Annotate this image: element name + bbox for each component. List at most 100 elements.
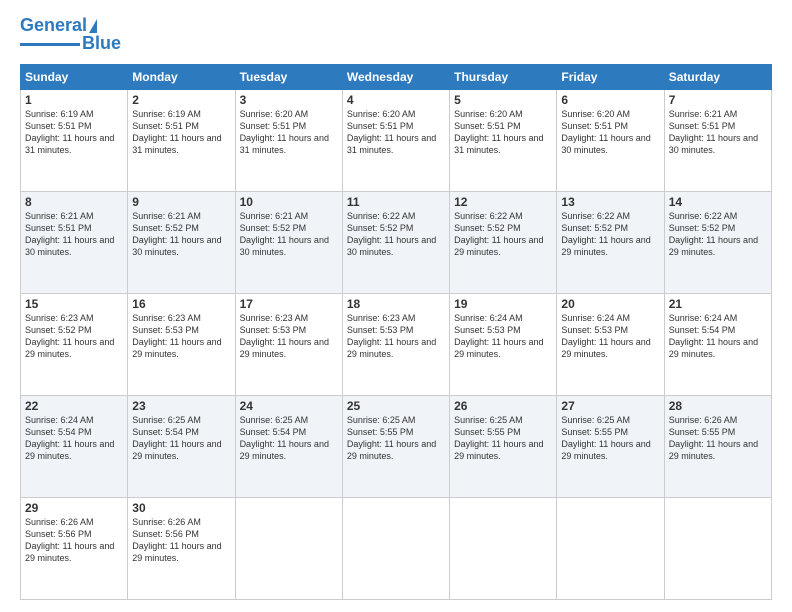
day-info: Sunrise: 6:24 AM Sunset: 5:53 PM Dayligh… <box>561 312 659 361</box>
day-number: 19 <box>454 297 552 311</box>
day-info: Sunrise: 6:20 AM Sunset: 5:51 PM Dayligh… <box>454 108 552 157</box>
day-cell: 26 Sunrise: 6:25 AM Sunset: 5:55 PM Dayl… <box>450 395 557 497</box>
day-info: Sunrise: 6:23 AM Sunset: 5:53 PM Dayligh… <box>132 312 230 361</box>
day-cell: 25 Sunrise: 6:25 AM Sunset: 5:55 PM Dayl… <box>342 395 449 497</box>
day-info: Sunrise: 6:21 AM Sunset: 5:51 PM Dayligh… <box>25 210 123 259</box>
day-cell: 15 Sunrise: 6:23 AM Sunset: 5:52 PM Dayl… <box>21 293 128 395</box>
day-cell: 5 Sunrise: 6:20 AM Sunset: 5:51 PM Dayli… <box>450 89 557 191</box>
day-info: Sunrise: 6:20 AM Sunset: 5:51 PM Dayligh… <box>240 108 338 157</box>
day-number: 12 <box>454 195 552 209</box>
day-cell: 12 Sunrise: 6:22 AM Sunset: 5:52 PM Dayl… <box>450 191 557 293</box>
logo-line <box>20 43 80 46</box>
day-number: 8 <box>25 195 123 209</box>
day-info: Sunrise: 6:26 AM Sunset: 5:56 PM Dayligh… <box>132 516 230 565</box>
day-cell: 17 Sunrise: 6:23 AM Sunset: 5:53 PM Dayl… <box>235 293 342 395</box>
logo-triangle-icon <box>89 19 97 33</box>
day-number: 2 <box>132 93 230 107</box>
day-info: Sunrise: 6:22 AM Sunset: 5:52 PM Dayligh… <box>561 210 659 259</box>
day-number: 28 <box>669 399 767 413</box>
day-info: Sunrise: 6:24 AM Sunset: 5:54 PM Dayligh… <box>669 312 767 361</box>
day-info: Sunrise: 6:23 AM Sunset: 5:53 PM Dayligh… <box>347 312 445 361</box>
day-cell: 14 Sunrise: 6:22 AM Sunset: 5:52 PM Dayl… <box>664 191 771 293</box>
day-number: 14 <box>669 195 767 209</box>
day-cell: 24 Sunrise: 6:25 AM Sunset: 5:54 PM Dayl… <box>235 395 342 497</box>
day-number: 27 <box>561 399 659 413</box>
day-info: Sunrise: 6:25 AM Sunset: 5:54 PM Dayligh… <box>132 414 230 463</box>
day-number: 6 <box>561 93 659 107</box>
day-cell: 22 Sunrise: 6:24 AM Sunset: 5:54 PM Dayl… <box>21 395 128 497</box>
day-number: 22 <box>25 399 123 413</box>
logo: General Blue <box>20 16 121 54</box>
day-number: 1 <box>25 93 123 107</box>
day-info: Sunrise: 6:19 AM Sunset: 5:51 PM Dayligh… <box>132 108 230 157</box>
day-number: 3 <box>240 93 338 107</box>
day-header-thursday: Thursday <box>450 64 557 89</box>
day-cell: 7 Sunrise: 6:21 AM Sunset: 5:51 PM Dayli… <box>664 89 771 191</box>
logo-general: General <box>20 15 87 35</box>
day-number: 29 <box>25 501 123 515</box>
day-header-saturday: Saturday <box>664 64 771 89</box>
day-number: 15 <box>25 297 123 311</box>
day-cell: 13 Sunrise: 6:22 AM Sunset: 5:52 PM Dayl… <box>557 191 664 293</box>
day-cell: 23 Sunrise: 6:25 AM Sunset: 5:54 PM Dayl… <box>128 395 235 497</box>
day-header-wednesday: Wednesday <box>342 64 449 89</box>
week-row-1: 1 Sunrise: 6:19 AM Sunset: 5:51 PM Dayli… <box>21 89 772 191</box>
day-info: Sunrise: 6:20 AM Sunset: 5:51 PM Dayligh… <box>347 108 445 157</box>
day-number: 23 <box>132 399 230 413</box>
day-cell <box>342 497 449 599</box>
day-info: Sunrise: 6:25 AM Sunset: 5:55 PM Dayligh… <box>454 414 552 463</box>
day-info: Sunrise: 6:23 AM Sunset: 5:53 PM Dayligh… <box>240 312 338 361</box>
day-info: Sunrise: 6:24 AM Sunset: 5:53 PM Dayligh… <box>454 312 552 361</box>
day-cell: 11 Sunrise: 6:22 AM Sunset: 5:52 PM Dayl… <box>342 191 449 293</box>
day-info: Sunrise: 6:21 AM Sunset: 5:52 PM Dayligh… <box>240 210 338 259</box>
day-number: 7 <box>669 93 767 107</box>
day-cell: 6 Sunrise: 6:20 AM Sunset: 5:51 PM Dayli… <box>557 89 664 191</box>
day-cell <box>664 497 771 599</box>
page: General Blue SundayMondayTuesdayWednesda… <box>0 0 792 612</box>
day-cell: 3 Sunrise: 6:20 AM Sunset: 5:51 PM Dayli… <box>235 89 342 191</box>
day-header-friday: Friday <box>557 64 664 89</box>
day-number: 11 <box>347 195 445 209</box>
day-cell: 16 Sunrise: 6:23 AM Sunset: 5:53 PM Dayl… <box>128 293 235 395</box>
day-info: Sunrise: 6:23 AM Sunset: 5:52 PM Dayligh… <box>25 312 123 361</box>
day-info: Sunrise: 6:20 AM Sunset: 5:51 PM Dayligh… <box>561 108 659 157</box>
day-cell: 19 Sunrise: 6:24 AM Sunset: 5:53 PM Dayl… <box>450 293 557 395</box>
day-cell: 28 Sunrise: 6:26 AM Sunset: 5:55 PM Dayl… <box>664 395 771 497</box>
day-number: 17 <box>240 297 338 311</box>
day-cell: 30 Sunrise: 6:26 AM Sunset: 5:56 PM Dayl… <box>128 497 235 599</box>
day-info: Sunrise: 6:22 AM Sunset: 5:52 PM Dayligh… <box>454 210 552 259</box>
day-info: Sunrise: 6:26 AM Sunset: 5:56 PM Dayligh… <box>25 516 123 565</box>
day-info: Sunrise: 6:21 AM Sunset: 5:51 PM Dayligh… <box>669 108 767 157</box>
day-info: Sunrise: 6:25 AM Sunset: 5:55 PM Dayligh… <box>561 414 659 463</box>
day-cell: 18 Sunrise: 6:23 AM Sunset: 5:53 PM Dayl… <box>342 293 449 395</box>
day-cell <box>235 497 342 599</box>
day-cell: 8 Sunrise: 6:21 AM Sunset: 5:51 PM Dayli… <box>21 191 128 293</box>
day-info: Sunrise: 6:26 AM Sunset: 5:55 PM Dayligh… <box>669 414 767 463</box>
calendar-table: SundayMondayTuesdayWednesdayThursdayFrid… <box>20 64 772 600</box>
day-number: 24 <box>240 399 338 413</box>
day-header-monday: Monday <box>128 64 235 89</box>
week-row-4: 22 Sunrise: 6:24 AM Sunset: 5:54 PM Dayl… <box>21 395 772 497</box>
logo-blue: Blue <box>82 34 121 54</box>
day-info: Sunrise: 6:21 AM Sunset: 5:52 PM Dayligh… <box>132 210 230 259</box>
header: General Blue <box>20 16 772 54</box>
day-number: 5 <box>454 93 552 107</box>
day-number: 9 <box>132 195 230 209</box>
day-info: Sunrise: 6:19 AM Sunset: 5:51 PM Dayligh… <box>25 108 123 157</box>
week-row-5: 29 Sunrise: 6:26 AM Sunset: 5:56 PM Dayl… <box>21 497 772 599</box>
day-number: 30 <box>132 501 230 515</box>
day-info: Sunrise: 6:25 AM Sunset: 5:54 PM Dayligh… <box>240 414 338 463</box>
day-number: 25 <box>347 399 445 413</box>
day-cell: 10 Sunrise: 6:21 AM Sunset: 5:52 PM Dayl… <box>235 191 342 293</box>
day-cell <box>450 497 557 599</box>
week-row-3: 15 Sunrise: 6:23 AM Sunset: 5:52 PM Dayl… <box>21 293 772 395</box>
day-number: 10 <box>240 195 338 209</box>
day-number: 18 <box>347 297 445 311</box>
day-cell: 20 Sunrise: 6:24 AM Sunset: 5:53 PM Dayl… <box>557 293 664 395</box>
day-number: 21 <box>669 297 767 311</box>
day-header-sunday: Sunday <box>21 64 128 89</box>
day-number: 20 <box>561 297 659 311</box>
day-cell: 4 Sunrise: 6:20 AM Sunset: 5:51 PM Dayli… <box>342 89 449 191</box>
day-cell: 27 Sunrise: 6:25 AM Sunset: 5:55 PM Dayl… <box>557 395 664 497</box>
day-number: 13 <box>561 195 659 209</box>
